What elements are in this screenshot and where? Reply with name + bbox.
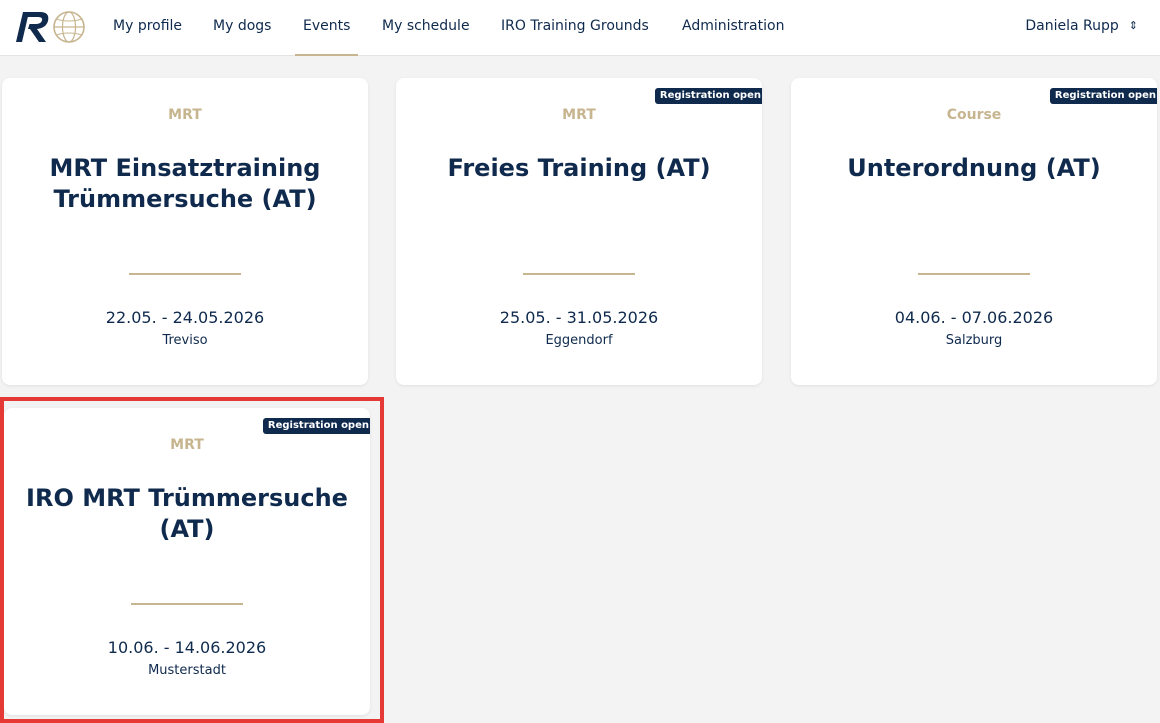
registration-open-badge: Registration open <box>262 418 370 434</box>
chevron-up-down-icon: ⇕ <box>1128 19 1138 32</box>
event-location: Eggendorf <box>545 333 613 348</box>
event-location: Musterstadt <box>148 663 226 678</box>
nav-my-profile[interactable]: My profile <box>113 0 182 56</box>
event-card[interactable]: Registration open MRT Freies Training (A… <box>396 78 762 385</box>
event-category: MRT <box>168 107 202 123</box>
event-title: Freies Training (AT) <box>447 154 711 182</box>
registration-open-badge: Registration open <box>1049 88 1157 104</box>
event-dates: 04.06. - 07.06.2026 <box>894 308 1054 327</box>
card-divider <box>918 273 1030 275</box>
event-card[interactable]: MRT MRT Einsatztraining Trümmersuche (AT… <box>2 78 368 385</box>
event-dates: 25.05. - 31.05.2026 <box>499 308 659 327</box>
event-category: MRT <box>562 107 596 123</box>
nav-my-schedule[interactable]: My schedule <box>382 0 470 56</box>
event-location: Treviso <box>162 333 208 348</box>
top-navigation-bar: My profile My dogs Events My schedule IR… <box>0 0 1160 56</box>
registration-open-badge: Registration open <box>654 88 762 104</box>
event-title: IRO MRT Trümmersuche (AT) <box>26 484 348 543</box>
event-dates: 10.06. - 14.06.2026 <box>107 638 267 657</box>
event-category: Course <box>946 107 1002 123</box>
event-category: MRT <box>170 437 204 453</box>
user-name: Daniela Rupp <box>1025 18 1119 34</box>
nav-administration[interactable]: Administration <box>682 0 784 56</box>
card-divider <box>131 603 243 605</box>
event-card[interactable]: Registration open Course Unterordnung (A… <box>791 78 1157 385</box>
card-divider <box>129 273 241 275</box>
event-location: Salzburg <box>945 333 1003 348</box>
nav-events[interactable]: Events <box>294 0 359 56</box>
event-dates: 22.05. - 24.05.2026 <box>105 308 265 327</box>
nav-iro-training-grounds[interactable]: IRO Training Grounds <box>501 0 649 56</box>
event-title: Unterordnung (AT) <box>847 154 1101 182</box>
event-title: MRT Einsatztraining Trümmersuche (AT) <box>49 154 321 213</box>
iro-logo-icon[interactable] <box>10 8 88 46</box>
event-card[interactable]: Registration open MRT IRO MRT Trümmersuc… <box>4 408 370 715</box>
user-menu[interactable]: Daniela Rupp ⇕ <box>1025 0 1138 56</box>
nav-my-dogs[interactable]: My dogs <box>213 0 271 56</box>
card-divider <box>523 273 635 275</box>
